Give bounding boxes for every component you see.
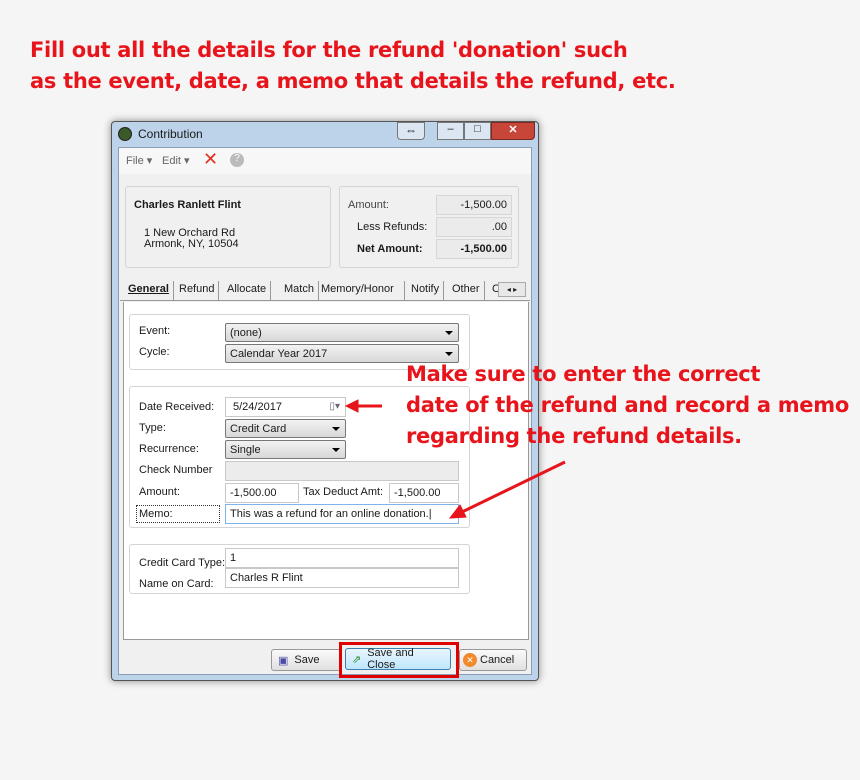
annotation-arrows	[344, 399, 566, 519]
date-arrowhead-icon	[344, 399, 359, 413]
memo-arrow-icon	[461, 460, 566, 514]
memo-arrowhead-icon	[448, 504, 467, 519]
